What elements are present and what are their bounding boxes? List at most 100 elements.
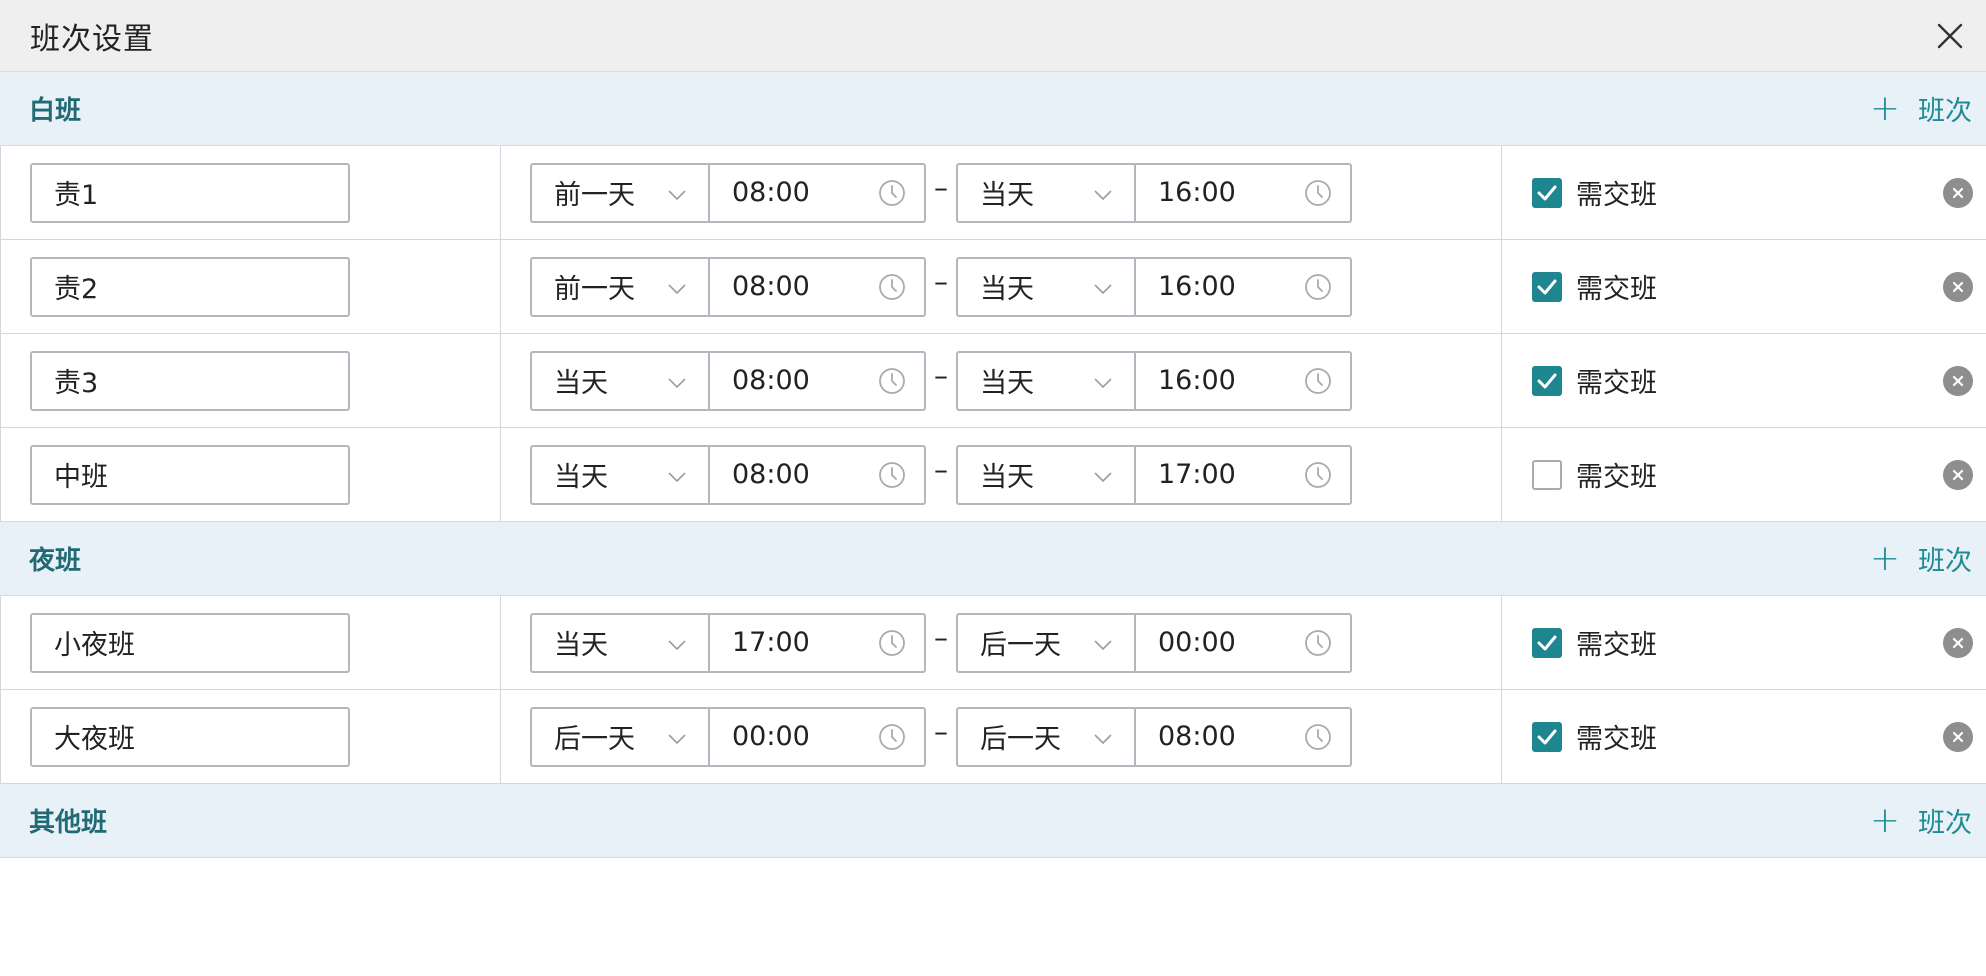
chevron-down-icon xyxy=(668,627,686,658)
end-time-input[interactable]: 08:00 xyxy=(1134,706,1352,767)
checkmark-icon xyxy=(1537,729,1557,745)
handover-label: 需交班 xyxy=(1576,724,1657,755)
start-time-group: 当天 17:00 xyxy=(530,612,926,673)
start-time-input[interactable]: 17:00 xyxy=(708,612,926,673)
handover-checkbox-wrap[interactable]: 需交班 xyxy=(1532,623,1657,662)
handover-checkbox[interactable] xyxy=(1532,721,1562,752)
end-day-value: 当天 xyxy=(980,180,1034,211)
chevron-down-icon xyxy=(668,177,686,208)
remove-shift-button[interactable] xyxy=(1943,721,1973,752)
end-time-value: 16:00 xyxy=(1158,365,1236,396)
add-shift-button[interactable]: + 班次 xyxy=(1870,801,1972,840)
start-day-select[interactable]: 前一天 xyxy=(530,256,708,317)
shift-name-input[interactable]: 责3 xyxy=(30,350,350,411)
clock-icon xyxy=(1304,629,1332,657)
remove-shift-button[interactable] xyxy=(1943,271,1973,302)
shift-name-input[interactable]: 责2 xyxy=(30,256,350,317)
plus-icon: + xyxy=(1869,87,1900,129)
end-day-select[interactable]: 当天 xyxy=(956,444,1134,505)
end-time-group: 当天 16:00 xyxy=(956,162,1352,223)
handover-cell: 需交班 xyxy=(1502,240,1986,333)
start-time-input[interactable]: 08:00 xyxy=(708,256,926,317)
end-day-value: 当天 xyxy=(980,462,1034,493)
start-time-input[interactable]: 08:00 xyxy=(708,444,926,505)
end-time-input[interactable]: 16:00 xyxy=(1134,350,1352,411)
handover-checkbox-wrap[interactable]: 需交班 xyxy=(1532,173,1657,212)
end-time-input[interactable]: 00:00 xyxy=(1134,612,1352,673)
start-time-group: 当天 08:00 xyxy=(530,350,926,411)
start-time-group: 前一天 08:00 xyxy=(530,256,926,317)
shift-name-input[interactable]: 小夜班 xyxy=(30,612,350,673)
start-day-select[interactable]: 当天 xyxy=(530,612,708,673)
start-day-value: 当天 xyxy=(554,630,608,661)
shift-name-cell: 小夜班 xyxy=(1,596,501,689)
end-day-select[interactable]: 当天 xyxy=(956,350,1134,411)
group-title: 白班 xyxy=(29,96,82,126)
add-shift-button[interactable]: + 班次 xyxy=(1870,539,1972,578)
handover-checkbox[interactable] xyxy=(1532,627,1562,658)
handover-cell: 需交班 xyxy=(1502,596,1986,689)
dialog-titlebar: 班次设置 xyxy=(0,0,1986,72)
close-button[interactable] xyxy=(1914,0,1986,72)
start-day-select[interactable]: 前一天 xyxy=(530,162,708,223)
handover-checkbox[interactable] xyxy=(1532,271,1562,302)
handover-label: 需交班 xyxy=(1576,368,1657,399)
shift-name-cell: 大夜班 xyxy=(1,690,501,783)
shift-time-cell: 当天 08:00 – 当天 16:00 xyxy=(501,334,1502,427)
close-circle-icon xyxy=(1951,730,1965,744)
shift-time-cell: 后一天 00:00 – 后一天 08:00 xyxy=(501,690,1502,783)
clock-icon xyxy=(878,723,906,751)
start-day-select[interactable]: 当天 xyxy=(530,444,708,505)
handover-checkbox-wrap[interactable]: 需交班 xyxy=(1532,717,1657,756)
start-time-value: 17:00 xyxy=(732,627,810,658)
end-time-input[interactable]: 17:00 xyxy=(1134,444,1352,505)
end-time-input[interactable]: 16:00 xyxy=(1134,162,1352,223)
handover-checkbox-wrap[interactable]: 需交班 xyxy=(1532,267,1657,306)
shift-row: 责3 当天 08:00 – 当天 16:00 需交班 xyxy=(0,334,1986,428)
handover-checkbox[interactable] xyxy=(1532,177,1562,208)
handover-checkbox[interactable] xyxy=(1532,365,1562,396)
shift-row: 中班 当天 08:00 – 当天 17:00 需交班 xyxy=(0,428,1986,522)
chevron-down-icon xyxy=(1094,271,1112,302)
remove-shift-button[interactable] xyxy=(1943,459,1973,490)
handover-checkbox-wrap[interactable]: 需交班 xyxy=(1532,361,1657,400)
start-time-input[interactable]: 08:00 xyxy=(708,350,926,411)
start-time-value: 00:00 xyxy=(732,721,810,752)
clock-icon xyxy=(878,273,906,301)
remove-shift-button[interactable] xyxy=(1943,177,1973,208)
end-day-value: 后一天 xyxy=(980,630,1061,661)
group-header: 白班 + 班次 xyxy=(0,72,1986,146)
shift-name-cell: 责1 xyxy=(1,146,501,239)
chevron-down-icon xyxy=(1094,627,1112,658)
close-icon xyxy=(1937,23,1963,48)
start-day-value: 当天 xyxy=(554,462,608,493)
shift-groups: 白班 + 班次 责1 前一天 08:00– 当天 16:00 需交班 责2 前一天 08:00– 当天 1… xyxy=(0,72,1986,858)
close-circle-icon xyxy=(1951,636,1965,650)
start-day-value: 当天 xyxy=(554,368,608,399)
start-time-group: 后一天 00:00 xyxy=(530,706,926,767)
start-time-value: 08:00 xyxy=(732,365,810,396)
shift-name-input[interactable]: 中班 xyxy=(30,444,350,505)
end-time-group: 当天 17:00 xyxy=(956,444,1352,505)
remove-shift-button[interactable] xyxy=(1943,365,1973,396)
shift-name-input[interactable]: 责1 xyxy=(30,162,350,223)
end-day-select[interactable]: 后一天 xyxy=(956,612,1134,673)
shift-name-cell: 责2 xyxy=(1,240,501,333)
group-header: 夜班 + 班次 xyxy=(0,522,1986,596)
chevron-down-icon xyxy=(668,459,686,490)
start-day-select[interactable]: 后一天 xyxy=(530,706,708,767)
start-time-input[interactable]: 08:00 xyxy=(708,162,926,223)
handover-checkbox-wrap[interactable]: 需交班 xyxy=(1532,455,1657,494)
start-time-input[interactable]: 00:00 xyxy=(708,706,926,767)
end-day-select[interactable]: 当天 xyxy=(956,256,1134,317)
handover-checkbox[interactable] xyxy=(1532,459,1562,490)
add-shift-button[interactable]: + 班次 xyxy=(1870,89,1972,128)
end-day-select[interactable]: 当天 xyxy=(956,162,1134,223)
shift-name-input[interactable]: 大夜班 xyxy=(30,706,350,767)
end-day-select[interactable]: 后一天 xyxy=(956,706,1134,767)
remove-shift-button[interactable] xyxy=(1943,627,1973,658)
close-circle-icon xyxy=(1951,186,1965,200)
start-day-select[interactable]: 当天 xyxy=(530,350,708,411)
shift-time-cell: 当天 08:00 – 当天 17:00 xyxy=(501,428,1502,521)
end-time-input[interactable]: 16:00 xyxy=(1134,256,1352,317)
